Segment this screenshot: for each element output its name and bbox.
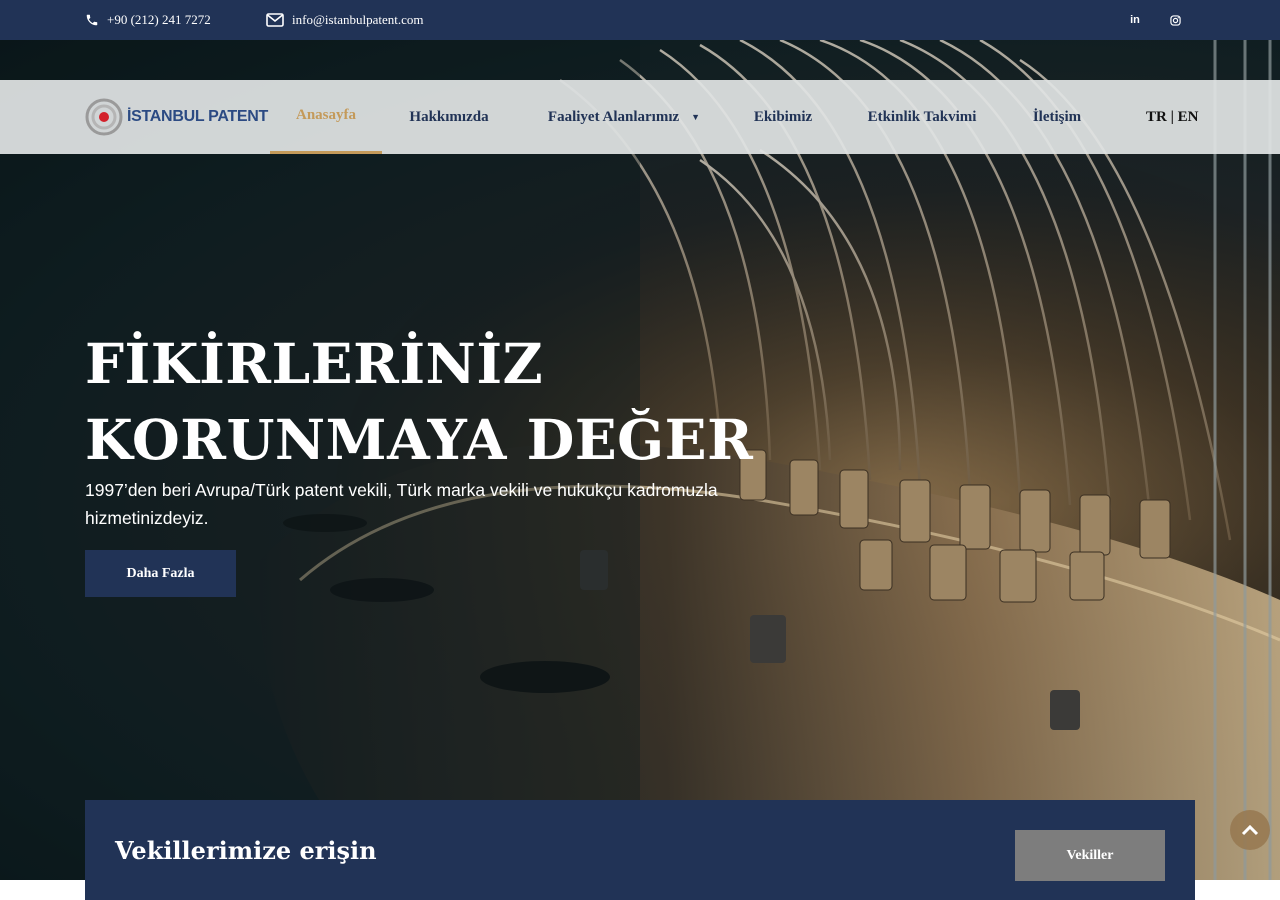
phone-contact[interactable]: +90 (212) 241 7272 <box>85 0 211 40</box>
linkedin-icon[interactable]: in <box>1125 0 1145 40</box>
hero-title-line2: KORUNMAYA DEĞER <box>85 407 754 472</box>
phone-number: +90 (212) 241 7272 <box>107 12 211 27</box>
instagram-icon[interactable] <box>1165 0 1185 40</box>
nav-etkinlik-takvimi[interactable]: Etkinlik Takvimi <box>852 80 992 154</box>
phone-icon <box>86 14 98 26</box>
chevron-up-icon[interactable] <box>1230 810 1270 850</box>
email-address: info@istanbulpatent.com <box>292 12 424 27</box>
attorneys-banner: Vekillerimize erişin Vekiller <box>85 800 1195 900</box>
nav-ekibimiz[interactable]: Ekibimiz <box>740 80 826 154</box>
nav-iletisim[interactable]: İletişim <box>1018 80 1096 154</box>
caret-down-icon: ▼ <box>691 112 701 122</box>
hero-subtitle: 1997’den beri Avrupa/Türk patent vekili,… <box>85 480 718 528</box>
attorneys-button[interactable]: Vekiller <box>1015 830 1165 881</box>
language-switcher[interactable]: TR | EN <box>1146 80 1198 154</box>
more-button[interactable]: Daha Fazla <box>85 550 236 597</box>
hero-title: FİKİRLERİNİZ KORUNMAYA DEĞER <box>85 326 785 478</box>
nav-anasayfa[interactable]: Anasayfa <box>270 80 382 154</box>
top-bar: +90 (212) 241 7272 info@istanbulpatent.c… <box>0 0 1280 40</box>
logo[interactable]: İSTANBUL PATENT <box>85 98 268 136</box>
nav-faaliyet-label: Faaliyet Alanlarımız <box>547 108 680 125</box>
hero-title-line1: FİKİRLERİNİZ <box>85 331 544 396</box>
email-contact[interactable]: info@istanbulpatent.com <box>266 0 423 40</box>
nav-hakkimizda[interactable]: Hakkımızda <box>394 80 504 154</box>
attorneys-banner-title: Vekillerimize erişin <box>115 836 377 865</box>
logo-text: İSTANBUL PATENT <box>127 108 268 125</box>
envelope-icon <box>266 13 284 27</box>
nav-faaliyet-alanlarimiz[interactable]: Faaliyet Alanlarımız ▼ <box>530 80 718 154</box>
logo-emblem-icon <box>85 98 123 136</box>
